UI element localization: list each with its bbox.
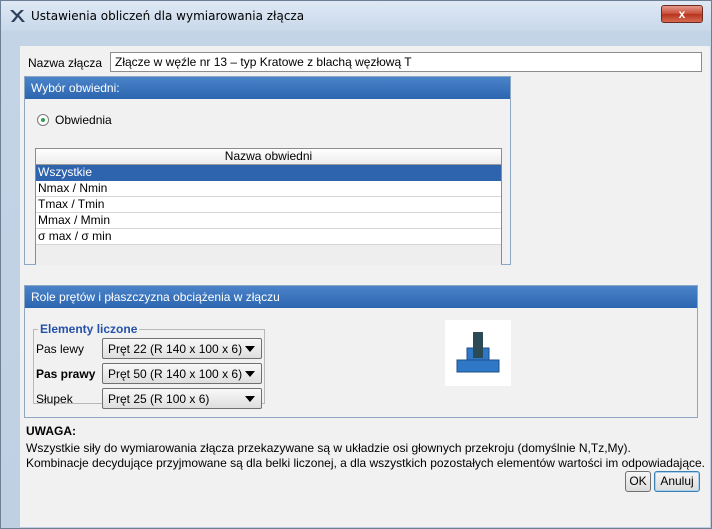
chevron-down-icon xyxy=(245,396,255,402)
close-button[interactable]: x xyxy=(661,5,703,23)
joint-type-icon xyxy=(445,320,511,386)
roles-panel-header: Role prętów i płaszczyzna obciążenia w z… xyxy=(25,286,697,308)
app-logo-icon xyxy=(10,10,25,22)
post-value: Pręt 25 (R 100 x 6) xyxy=(108,392,210,406)
note-line-2: Kombinacje decydujące przyjmowane są dla… xyxy=(26,456,705,470)
note-title: UWAGA: xyxy=(26,424,76,438)
roles-panel: Role prętów i płaszczyzna obciążenia w z… xyxy=(24,285,698,418)
envelope-panel-header: Wybór obwiedni: xyxy=(25,77,510,99)
right-chord-label: Pas prawy xyxy=(36,367,96,381)
joint-name-input[interactable] xyxy=(110,52,702,72)
title-bar[interactable]: Ustawienia obliczeń dla wymiarowania złą… xyxy=(1,1,711,31)
envelope-grid[interactable]: Nazwa obwiedni Wszystkie Nmax / Nmin Tma… xyxy=(35,148,502,265)
grid-row[interactable]: Mmax / Mmin xyxy=(36,213,501,229)
chevron-down-icon xyxy=(245,346,255,352)
grid-empty-area xyxy=(36,245,501,265)
right-chord-value: Pręt 50 (R 140 x 100 x 6) xyxy=(108,367,243,381)
chevron-down-icon xyxy=(245,371,255,377)
left-chord-select[interactable]: Pręt 22 (R 140 x 100 x 6) xyxy=(102,338,262,359)
grid-column-header[interactable]: Nazwa obwiedni xyxy=(36,149,501,165)
envelope-radio[interactable] xyxy=(37,114,49,126)
ok-button[interactable]: OK xyxy=(625,471,651,492)
dialog-client: Nazwa złącza Wybór obwiedni: Obwiednia N… xyxy=(20,46,710,527)
envelope-radio-label[interactable]: Obwiednia xyxy=(55,113,112,127)
left-chord-label: Pas lewy xyxy=(36,342,85,356)
window-title: Ustawienia obliczeń dla wymiarowania złą… xyxy=(31,9,305,23)
note-line-1: Wszystkie siły do wymiarowania złącza pr… xyxy=(26,441,631,455)
grid-row[interactable]: Wszystkie xyxy=(36,165,501,181)
dialog-window: Ustawienia obliczeń dla wymiarowania złą… xyxy=(0,0,712,529)
grid-row[interactable]: Nmax / Nmin xyxy=(36,181,501,197)
envelope-panel: Wybór obwiedni: Obwiednia Nazwa obwiedni… xyxy=(24,76,511,265)
post-label: Słupek xyxy=(36,392,73,406)
grid-row[interactable]: σ max / σ min xyxy=(36,229,501,245)
cancel-button[interactable]: Anuluj xyxy=(654,471,700,492)
grid-row[interactable]: Tmax / Tmin xyxy=(36,197,501,213)
joint-name-row: Nazwa złącza xyxy=(20,46,710,76)
post-select[interactable]: Pręt 25 (R 100 x 6) xyxy=(102,388,262,409)
counted-elements-group: Elementy liczone Pas lewy Pręt 22 (R 140… xyxy=(33,322,265,409)
left-chord-value: Pręt 22 (R 140 x 100 x 6) xyxy=(108,342,243,356)
counted-elements-title: Elementy liczone xyxy=(40,322,138,336)
right-chord-select[interactable]: Pręt 50 (R 140 x 100 x 6) xyxy=(102,363,262,384)
joint-name-label: Nazwa złącza xyxy=(28,56,103,70)
